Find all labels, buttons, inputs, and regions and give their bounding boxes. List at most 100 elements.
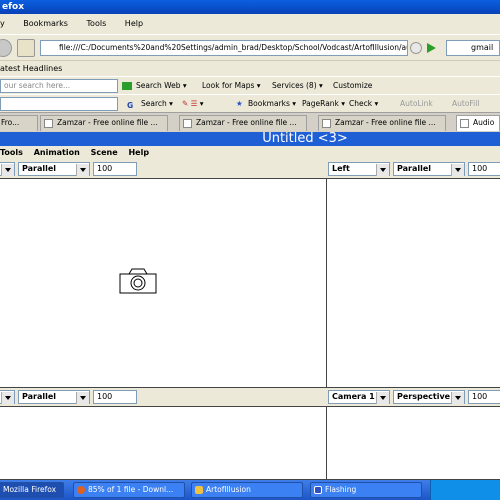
menu-history[interactable]: y [0, 19, 5, 28]
headlines-bar[interactable]: atest Headlines [0, 60, 500, 76]
star-icon: ★ [236, 99, 243, 108]
projection-select-value: Perspective [397, 392, 451, 401]
spellcheck-button[interactable]: Check ▾ [349, 97, 378, 111]
chevron-down-icon [76, 392, 89, 404]
zoom-value: 100 [472, 392, 488, 401]
search-toolbar: our search here... Search Web ▾ Look for… [0, 76, 500, 94]
toolbar2-search-button[interactable]: G Search ▾ [127, 97, 173, 111]
chevron-down-icon [451, 164, 464, 176]
toolbar2-icons[interactable]: ✎ ☰ ▾ [182, 97, 204, 111]
app-window-icon [314, 486, 322, 494]
menu-bookmarks[interactable]: Bookmarks [23, 19, 68, 28]
zoom-field[interactable]: 100 [93, 390, 137, 404]
go-icon[interactable] [424, 40, 438, 56]
projection-select[interactable]: Parallel [393, 162, 465, 176]
tab-active[interactable]: Audio [456, 115, 500, 131]
tab[interactable]: Zamzar - Free online file ... [40, 115, 168, 131]
search-web-icon [122, 82, 132, 90]
app-menu-help[interactable]: Help [128, 148, 149, 157]
forward-icon[interactable] [0, 39, 12, 57]
zoom-field[interactable]: 100 [468, 162, 500, 176]
chevron-down-icon [376, 392, 389, 404]
menu-help[interactable]: Help [125, 19, 143, 28]
taskbar-item-firefox[interactable]: Mozilla Firefox [0, 482, 64, 498]
tab-label: Zamzar - Free online file ... [57, 118, 158, 127]
headlines-label: atest Headlines [0, 64, 63, 73]
toolbar-search-input[interactable]: our search here... [0, 79, 118, 93]
url-field[interactable]: file:///C:/Documents%20and%20Settings/ad… [40, 40, 408, 56]
services-label: Services (8) [272, 81, 317, 90]
toolbar2-search-input[interactable] [0, 97, 118, 111]
view-select[interactable]: Left [328, 162, 390, 176]
menu-tools[interactable]: Tools [87, 19, 107, 28]
toolbar-search-placeholder: our search here... [4, 81, 71, 90]
search-web-button[interactable]: Search Web ▾ [122, 79, 187, 93]
taskbar-item-label: ArtofIllusion [206, 485, 251, 494]
autofill-button[interactable]: AutoFill [452, 97, 479, 111]
taskbar-item-artofillusion[interactable]: ArtofIllusion [191, 482, 303, 498]
bookmarks-button[interactable]: ★ Bookmarks ▾ [236, 97, 296, 111]
viewport-bottom-left[interactable] [0, 406, 327, 480]
url-dropdown-icon[interactable] [410, 42, 422, 54]
tab[interactable]: Fro... [0, 115, 38, 131]
chevron-down-icon [451, 392, 464, 404]
projection-select[interactable]: Perspective [393, 390, 465, 404]
page-icon [44, 119, 53, 128]
tab[interactable]: Zamzar - Free online file ... [318, 115, 446, 131]
viewport-top-left[interactable] [0, 178, 327, 388]
viewport-top-right[interactable] [326, 178, 500, 388]
tab[interactable]: Zamzar - Free online file ... [179, 115, 307, 131]
autolink-label: AutoLink [400, 99, 433, 108]
chevron-down-icon [376, 164, 389, 176]
viewport-bottom-right[interactable] [326, 406, 500, 480]
app-window-title: Untitled <3> [262, 131, 348, 146]
view-select-value: Camera 1 [332, 392, 375, 401]
services-button[interactable]: Services (8) ▾ [272, 79, 323, 93]
projection-select-value: Parallel [22, 164, 57, 173]
autolink-button[interactable]: AutoLink [400, 97, 433, 111]
home-icon[interactable] [17, 39, 35, 57]
pagerank-label: PageRank [302, 99, 339, 108]
app-menu-tools[interactable]: Tools [0, 148, 23, 157]
taskbar-item-label: Flashing [325, 485, 357, 494]
camera-icon[interactable] [119, 268, 157, 294]
zoom-value: 100 [97, 392, 113, 401]
view-select[interactable] [0, 162, 15, 176]
projection-select-value: Parallel [397, 164, 432, 173]
taskbar-item-flashing[interactable]: Flashing [310, 482, 422, 498]
projection-select-value: Parallel [22, 392, 57, 401]
tab-label: Fro... [1, 118, 20, 127]
check-label: Check [349, 99, 373, 108]
taskbar-item-downloads[interactable]: 85% of 1 file - Downl... [73, 482, 185, 498]
customize-button[interactable]: Customize [333, 79, 372, 93]
app-title-bar: Untitled <3> [0, 132, 500, 146]
browser-menu-bar: y Bookmarks Tools Help [0, 14, 500, 34]
taskbar-item-label: Mozilla Firefox [3, 485, 57, 494]
url-text: file:///C:/Documents%20and%20Settings/ad… [59, 43, 408, 52]
view-select-value: Left [332, 164, 350, 173]
search-web-label: Search Web [136, 81, 181, 90]
page-icon [460, 119, 469, 128]
view-controls-bottom-right: Camera 1 Perspective 100 [327, 389, 500, 405]
browser-title-bar: efox [0, 0, 500, 14]
view-select[interactable] [0, 390, 15, 404]
google-toolbar: G Search ▾ ✎ ☰ ▾ ★ Bookmarks ▾ PageRank … [0, 94, 500, 112]
view-controls-top-right: Left Parallel 100 [327, 161, 500, 177]
taskbar-item-label: 85% of 1 file - Downl... [88, 485, 174, 494]
zoom-value: 100 [472, 164, 488, 173]
projection-select[interactable]: Parallel [18, 162, 90, 176]
navigation-bar: file:///C:/Documents%20and%20Settings/ad… [0, 34, 500, 60]
projection-select[interactable]: Parallel [18, 390, 90, 404]
pagerank-indicator[interactable]: PageRank ▾ [302, 97, 345, 111]
zoom-field[interactable]: 100 [93, 162, 137, 176]
app-menu-scene[interactable]: Scene [91, 148, 118, 157]
view-select[interactable]: Camera 1 [328, 390, 390, 404]
system-tray [430, 480, 500, 500]
app-menu-animation[interactable]: Animation [34, 148, 80, 157]
search-engine-field[interactable]: gmail [446, 40, 500, 56]
zoom-field[interactable]: 100 [468, 390, 500, 404]
windows-taskbar: Mozilla Firefox 85% of 1 file - Downl...… [0, 480, 500, 500]
look-for-maps-label: Look for Maps [202, 81, 255, 90]
page-icon [322, 119, 331, 128]
look-for-maps-button[interactable]: Look for Maps ▾ [202, 79, 261, 93]
